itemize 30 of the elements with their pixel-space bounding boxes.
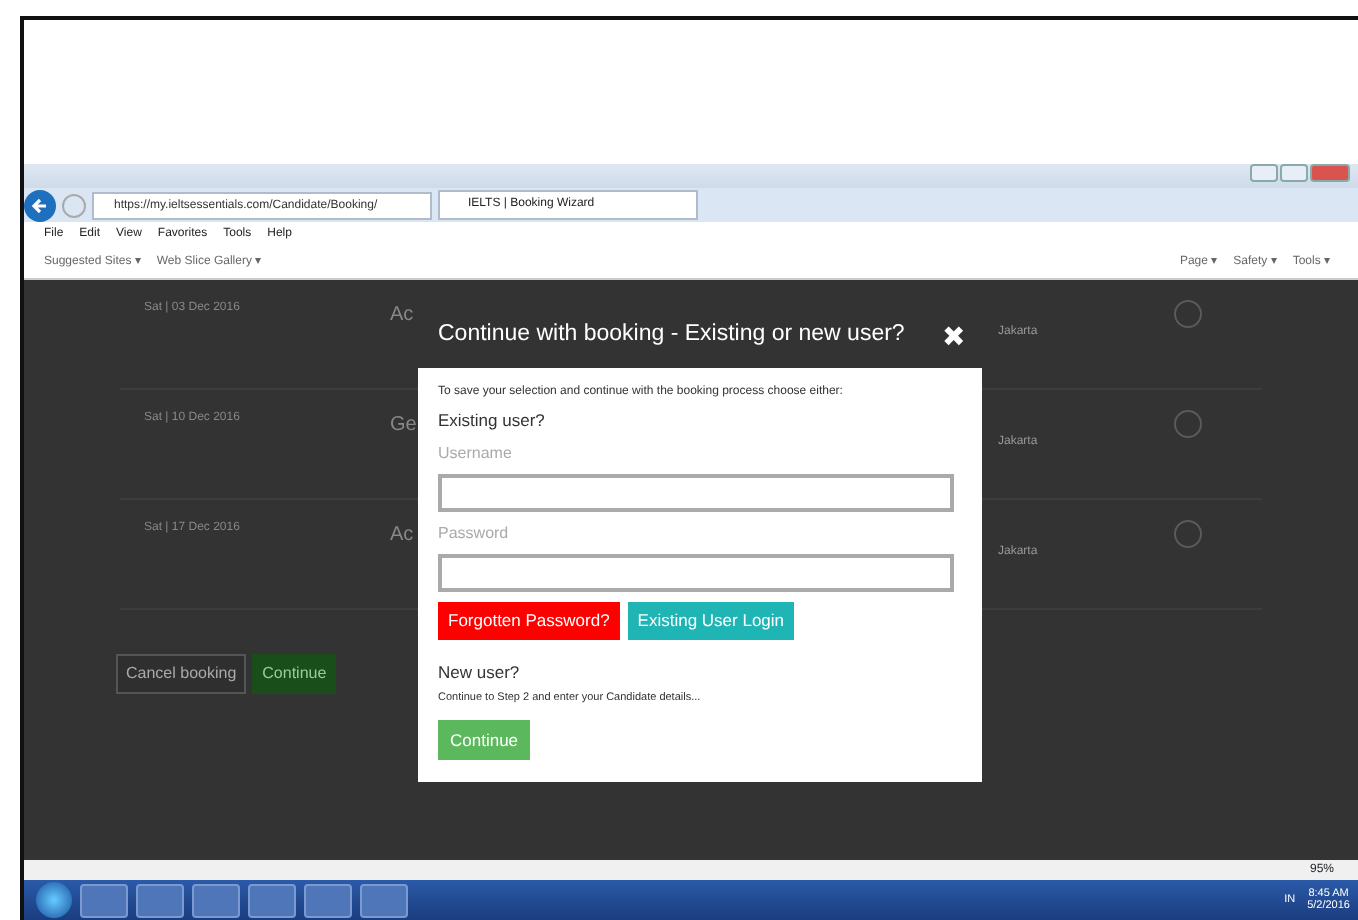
section-heading: Existing user?: [438, 408, 547, 434]
table-cell-text: Ge: [390, 412, 417, 440]
taskbar-app-icon[interactable]: [80, 883, 128, 917]
modal-title: Continue with booking - Existing or new user?: [438, 320, 905, 351]
close-button[interactable]: [1310, 164, 1350, 182]
taskbar-app-icon[interactable]: [192, 883, 240, 917]
close-button[interactable]: ✖: [942, 315, 966, 357]
back-button[interactable]: [24, 189, 56, 221]
radio-button[interactable]: [1174, 300, 1202, 328]
taskbar-app-icon[interactable]: [304, 883, 352, 917]
radio-button[interactable]: [1174, 410, 1202, 438]
start-button[interactable]: [36, 882, 72, 918]
input-field[interactable]: [438, 473, 954, 512]
taskbar-app-icon[interactable]: [136, 883, 184, 917]
table-cell-text: Ac: [390, 302, 414, 330]
page-button[interactable]: Continue: [252, 654, 337, 694]
back-icon: [30, 195, 50, 215]
taskbar-app-icon[interactable]: [360, 883, 408, 917]
modal-button[interactable]: Forgotten Password?: [438, 601, 620, 639]
page-button[interactable]: Cancel booking: [116, 654, 247, 694]
input-field[interactable]: [438, 553, 954, 592]
field-label: Username: [438, 441, 514, 466]
field-label: Password: [438, 521, 511, 546]
taskbar-app-icon[interactable]: [248, 883, 296, 917]
radio-button[interactable]: [1174, 520, 1202, 548]
maximize-button[interactable]: [1280, 164, 1308, 182]
forward-button[interactable]: [62, 193, 86, 217]
section-heading: New user?: [438, 659, 522, 685]
minimize-button[interactable]: [1250, 164, 1278, 182]
table-cell-text: Ac: [390, 522, 414, 550]
